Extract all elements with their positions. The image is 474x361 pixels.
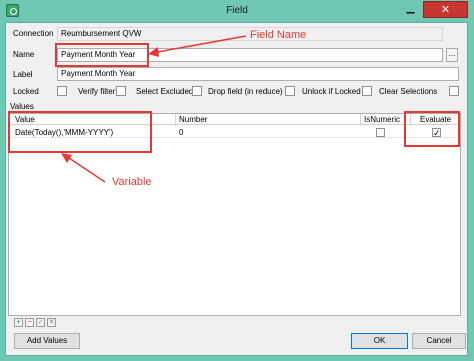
evaluate-highlight-box: [404, 111, 460, 147]
option-locked-checkbox[interactable]: [57, 86, 67, 96]
cross-icon: ✕: [48, 319, 55, 326]
option-select-excluded-label: Select Excluded: [136, 87, 194, 96]
option-select-excluded-checkbox[interactable]: [192, 86, 202, 96]
name-label: Name: [13, 50, 35, 59]
option-drop-field-label: Drop field (in reduce): [208, 87, 283, 96]
field-name-annotation: Field Name: [250, 29, 307, 41]
label-label: Label: [13, 70, 33, 79]
option-clear-selections-label: Clear Selections: [379, 87, 438, 96]
option-verify-filter-checkbox[interactable]: [116, 86, 126, 96]
minimize-button[interactable]: ▁: [402, 1, 419, 18]
minus-icon: −: [27, 319, 32, 326]
label-input[interactable]: Payment Month Year: [57, 67, 459, 81]
values-section-label: Values: [10, 102, 34, 111]
add-values-button[interactable]: Add Values: [14, 333, 80, 349]
option-locked-label: Locked: [13, 87, 39, 96]
field-name-arrow-icon: [148, 35, 247, 57]
variable-highlight-box: [8, 111, 152, 153]
name-browse-button[interactable]: ...: [446, 48, 458, 62]
close-button[interactable]: ✕: [423, 1, 468, 18]
option-unlock-if-locked-checkbox[interactable]: [362, 86, 372, 96]
option-unlock-if-locked-label: Unlock if Locked: [302, 87, 361, 96]
field-name-highlight-box: [55, 43, 149, 67]
row-isnumeric-checkbox[interactable]: [376, 128, 385, 137]
option-clear-selections-checkbox[interactable]: [449, 86, 459, 96]
column-header-isnumeric[interactable]: IsNumeric: [364, 115, 400, 124]
ok-button[interactable]: OK: [351, 333, 408, 349]
option-verify-filter-label: Verify filter: [78, 87, 116, 96]
check-icon: ✓: [37, 319, 44, 326]
cancel-button[interactable]: Cancel: [412, 333, 466, 349]
option-drop-field-checkbox[interactable]: [285, 86, 295, 96]
close-icon: ✕: [440, 4, 451, 16]
connection-label: Connection: [13, 29, 54, 38]
column-header-number[interactable]: Number: [179, 115, 207, 124]
cancel-row-button[interactable]: ✕: [47, 318, 56, 327]
variable-arrow-icon: [61, 153, 106, 183]
confirm-row-button[interactable]: ✓: [36, 318, 45, 327]
add-row-button[interactable]: +: [14, 318, 23, 327]
row-number-cell[interactable]: 0: [179, 128, 183, 137]
remove-row-button[interactable]: −: [25, 318, 34, 327]
variable-annotation: Variable: [112, 176, 152, 188]
plus-icon: +: [16, 319, 21, 326]
minimize-icon: ▁: [406, 3, 415, 14]
